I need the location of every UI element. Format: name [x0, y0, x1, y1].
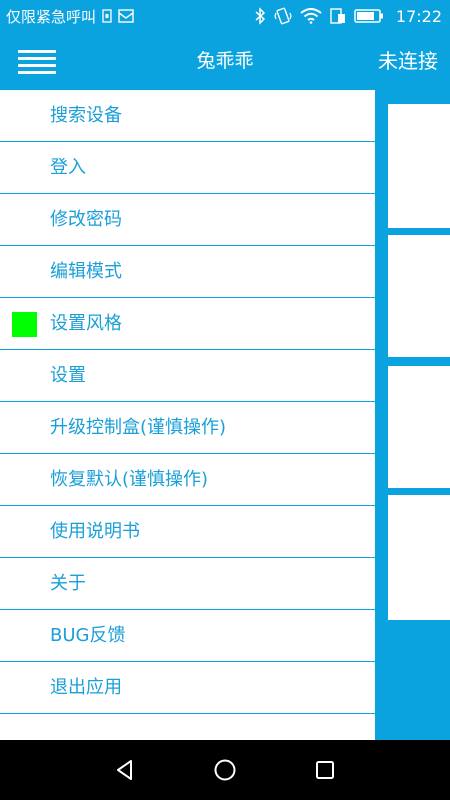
menu-item-label: 编辑模式	[50, 261, 122, 282]
menu-item-exit-app[interactable]: 退出应用	[0, 662, 375, 714]
menu-item-label: 修改密码	[50, 209, 122, 230]
menu-item-label: 关于	[50, 573, 86, 594]
home-icon[interactable]	[207, 752, 243, 788]
carrier-text: 仅限紧急呼叫	[6, 7, 97, 26]
menu-item-edit-mode[interactable]: 编辑模式	[0, 246, 375, 298]
wifi-icon	[300, 8, 322, 24]
menu-item-login[interactable]: 登入	[0, 142, 375, 194]
message-icon	[118, 9, 134, 23]
content-card[interactable]	[388, 495, 450, 620]
connection-status[interactable]: 未连接	[378, 32, 438, 90]
bluetooth-icon	[254, 7, 266, 25]
menu-item-settings[interactable]: 设置	[0, 350, 375, 402]
menu-item-change-password[interactable]: 修改密码	[0, 194, 375, 246]
menu-item-about[interactable]: 关于	[0, 558, 375, 610]
menu-item-search-device[interactable]: 搜索设备	[0, 90, 375, 142]
content-card[interactable]	[388, 366, 450, 488]
menu-item-label: 登入	[50, 157, 86, 178]
content-card[interactable]	[388, 235, 450, 357]
menu-item-label: BUG反馈	[50, 625, 126, 646]
status-bar: 仅限紧急呼叫 17:22	[0, 0, 450, 32]
content-card[interactable]	[388, 104, 450, 228]
sim-icon	[102, 9, 112, 23]
status-time: 17:22	[395, 6, 442, 26]
menu-item-label: 升级控制盒(谨慎操作)	[50, 417, 227, 438]
menu-item-label: 设置	[50, 365, 86, 386]
back-icon[interactable]	[107, 752, 143, 788]
menu-item-label: 恢复默认(谨慎操作)	[50, 469, 209, 490]
menu-item-set-style[interactable]: 设置风格	[0, 298, 375, 350]
data-sim-icon	[330, 8, 346, 24]
status-right: 17:22	[254, 0, 442, 32]
menu-item-label: 使用说明书	[50, 521, 140, 542]
vibrate-icon	[274, 7, 292, 25]
menu-item-label: 搜索设备	[50, 105, 122, 126]
status-left: 仅限紧急呼叫	[6, 0, 134, 32]
menu-item-label: 退出应用	[50, 677, 122, 698]
menu-item-user-manual[interactable]: 使用说明书	[0, 506, 375, 558]
menu-item-upgrade-controller[interactable]: 升级控制盒(谨慎操作)	[0, 402, 375, 454]
navigation-drawer: 搜索设备 登入 修改密码 编辑模式 设置风格 设置 升级控制盒(谨慎操作) 恢复…	[0, 90, 375, 740]
recents-icon[interactable]	[307, 752, 343, 788]
menu-item-bug-feedback[interactable]: BUG反馈	[0, 610, 375, 662]
menu-item-restore-default[interactable]: 恢复默认(谨慎操作)	[0, 454, 375, 506]
system-nav-bar	[0, 740, 450, 800]
menu-item-label: 设置风格	[50, 313, 122, 334]
style-color-swatch	[12, 312, 37, 337]
app-bar: 兔乖乖 未连接	[0, 32, 450, 90]
battery-icon	[354, 8, 384, 24]
